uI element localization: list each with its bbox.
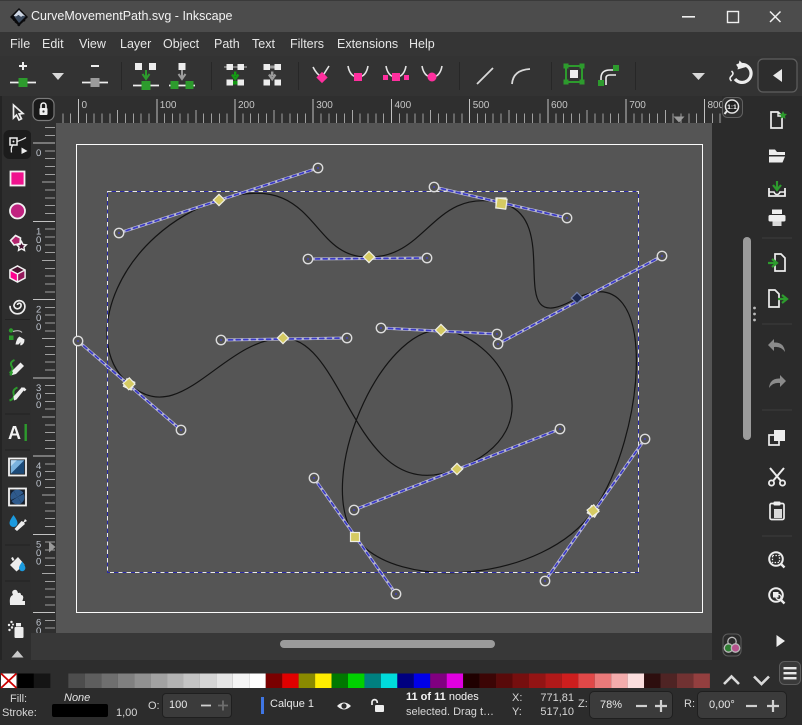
svg-text:0: 0 xyxy=(36,626,41,633)
svg-text:400: 400 xyxy=(395,100,412,111)
svg-text:700: 700 xyxy=(629,100,646,111)
svg-text:300: 300 xyxy=(316,100,333,111)
svg-text:A: A xyxy=(8,423,21,443)
svg-text:0: 0 xyxy=(36,478,41,489)
svg-text:0: 0 xyxy=(36,400,41,411)
svg-text:100: 100 xyxy=(160,100,177,111)
svg-text:200: 200 xyxy=(238,100,255,111)
svg-text:0: 0 xyxy=(36,557,41,568)
svg-text:1:1: 1:1 xyxy=(727,104,737,111)
svg-text:0: 0 xyxy=(36,148,41,159)
svg-text:600: 600 xyxy=(551,100,568,111)
svg-text:500: 500 xyxy=(473,100,490,111)
svg-text:0: 0 xyxy=(82,100,88,111)
svg-text:0: 0 xyxy=(36,322,41,333)
svg-text:0: 0 xyxy=(36,244,41,255)
